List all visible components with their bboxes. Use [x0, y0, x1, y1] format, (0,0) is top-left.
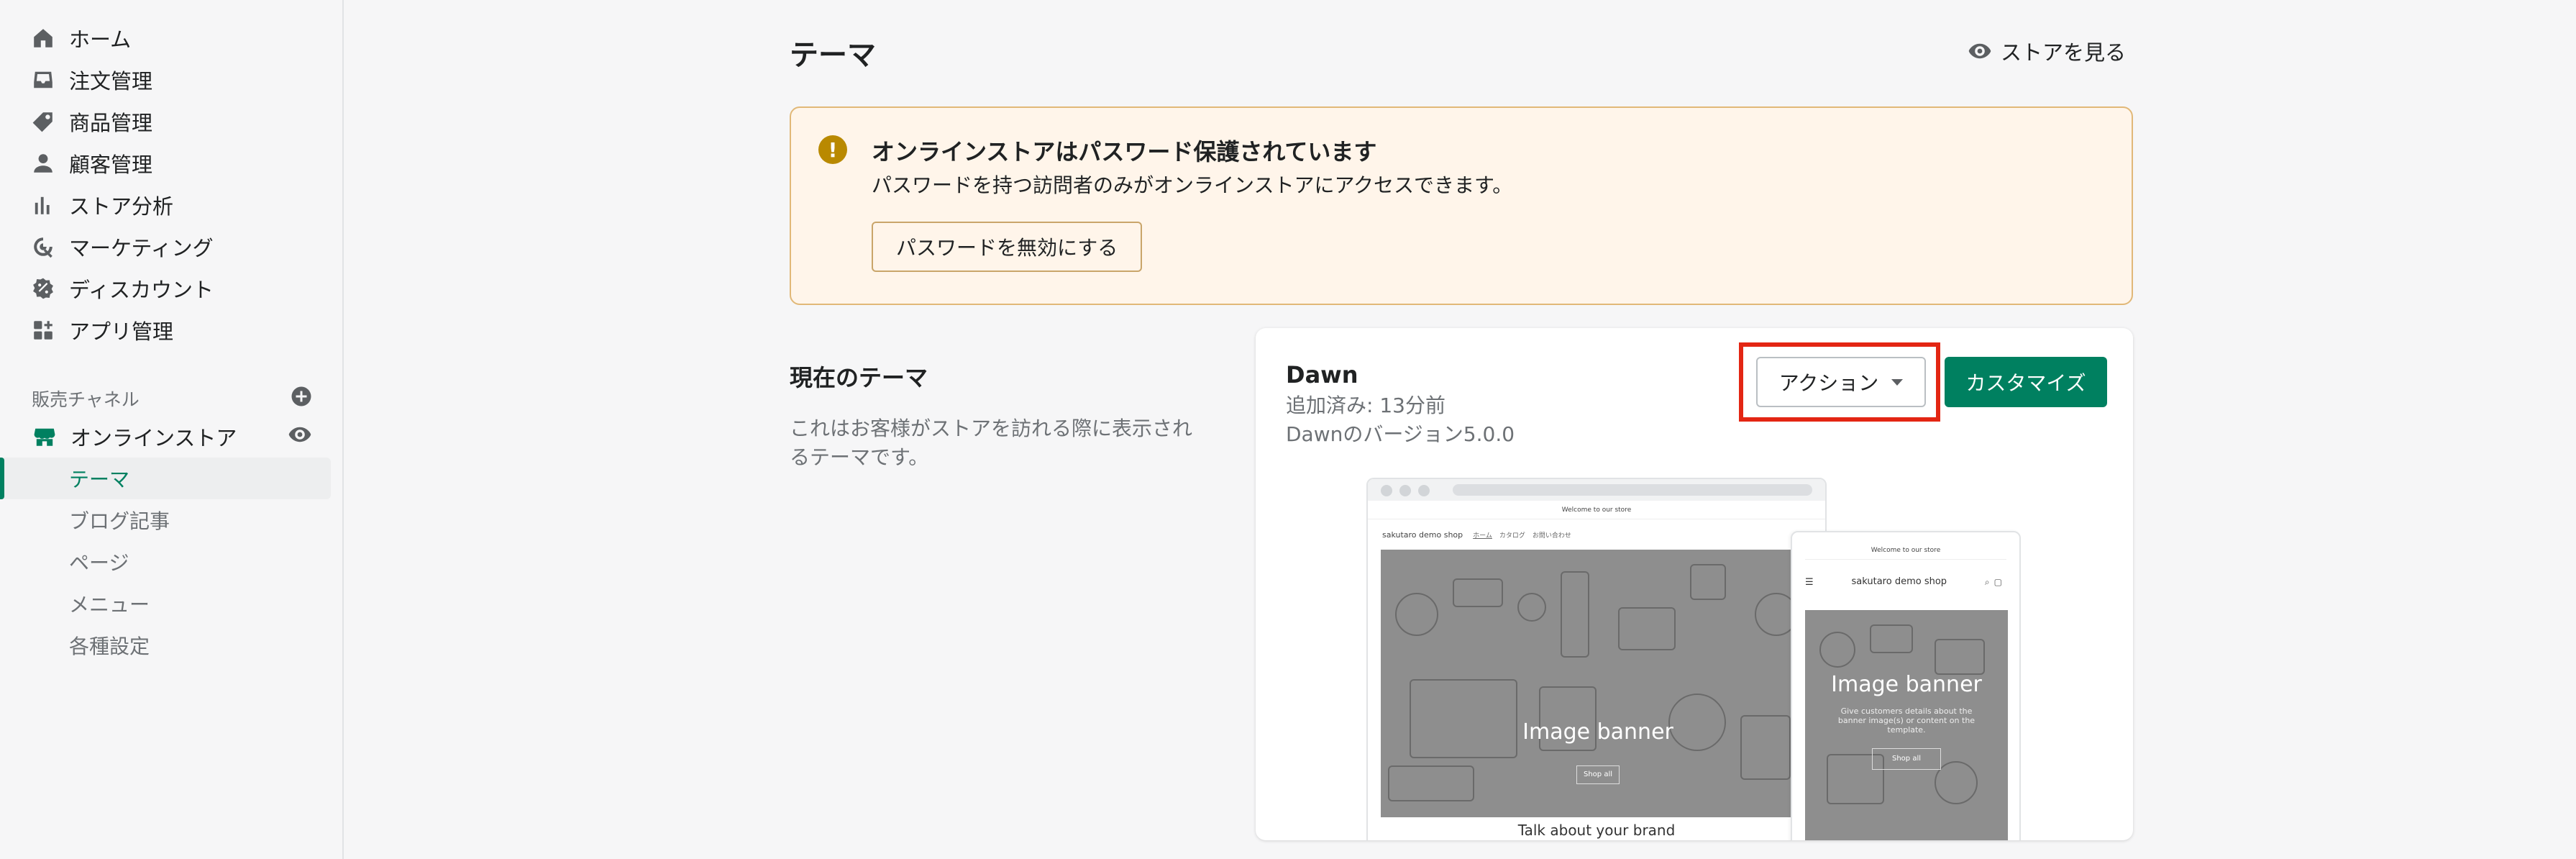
theme-version: Dawnのバージョン5.0.0	[1286, 422, 1515, 446]
preview-nav: ホーム カタログ お問い合わせ	[1473, 530, 1571, 540]
sidebar: ホーム 注文管理 商品管理 顧客管理 ストア分析 マーケティング ディスカウント…	[0, 0, 344, 859]
preview-hero-title: Image banner	[1522, 719, 1673, 745]
current-theme-card: Dawn 追加済み: 13分前 Dawnのバージョン5.0.0 アクション カス…	[1256, 328, 2133, 840]
banner-title: オンラインストアはパスワード保護されています	[872, 138, 1377, 165]
menu-icon: ☰	[1805, 576, 1814, 588]
mobile-theme-preview[interactable]: Welcome to our store ☰ sakutaro demo sho…	[1791, 531, 2021, 840]
current-theme-description: これはお客様がストアを訪れる際に表示されるテーマです。	[790, 417, 1193, 469]
password-protection-banner: ! オンラインストアはパスワード保護されています パスワードを持つ訪問者のみがオ…	[790, 106, 2133, 305]
disable-password-button[interactable]: パスワードを無効にする	[872, 222, 1143, 272]
preview-nav-item: カタログ	[1499, 532, 1525, 540]
sales-channels-header: 販売チャネル	[0, 381, 342, 416]
sidebar-item-online-store[interactable]: オンラインストア	[0, 416, 342, 458]
sidebar-item-apps[interactable]: アプリ管理	[0, 309, 342, 351]
theme-added: 追加済み: 13分前	[1286, 394, 1445, 417]
preview-announcement: Welcome to our store	[1368, 501, 1825, 519]
sidebar-item-label: オンラインストア	[70, 426, 237, 450]
store-icon	[32, 424, 58, 450]
preview-shop-name: sakutaro demo shop	[1382, 530, 1463, 540]
view-store-label: ストアを見る	[2000, 40, 2126, 65]
sidebar-item-label: 注文管理	[69, 69, 153, 94]
theme-name: Dawn	[1286, 361, 1358, 388]
sidebar-item-label: ホーム	[69, 27, 132, 52]
sidebar-sub-item-preferences[interactable]: 各種設定	[0, 624, 342, 666]
preview-shop-name: sakutaro demo shop	[1851, 576, 1947, 587]
preview-hero-image: Image banner Shop all	[1381, 550, 1815, 817]
banner-message: パスワードを持つ訪問者のみがオンラインストアにアクセスできます。	[872, 173, 1513, 197]
sidebar-item-discounts[interactable]: ディスカウント	[0, 268, 342, 309]
preview-announcement: Welcome to our store	[1805, 541, 2006, 560]
desktop-theme-preview[interactable]: Welcome to our store sakutaro demo shop …	[1366, 478, 1827, 840]
sidebar-item-products[interactable]: 商品管理	[0, 101, 342, 142]
sales-channels-label: 販売チャネル	[32, 389, 140, 410]
apps-icon	[30, 317, 56, 343]
person-icon	[30, 150, 56, 176]
sidebar-sub-item-themes[interactable]: テーマ	[0, 458, 331, 499]
preview-nav-item: ホーム	[1473, 532, 1492, 540]
preview-hero-button: Shop all	[1576, 765, 1620, 784]
preview-header-icons: ⌕▢	[1984, 576, 2006, 587]
sidebar-sub-item-blog-posts[interactable]: ブログ記事	[0, 499, 342, 541]
inbox-icon	[30, 67, 56, 93]
customize-button[interactable]: カスタマイズ	[1945, 357, 2107, 407]
browser-chrome	[1368, 479, 1825, 501]
page-title: テーマ	[790, 39, 876, 72]
preview-mobile-header: ☰ sakutaro demo shop ⌕▢	[1805, 560, 2006, 604]
sidebar-item-customers[interactable]: 顧客管理	[0, 142, 342, 184]
target-icon	[30, 234, 56, 260]
sidebar-item-orders[interactable]: 注文管理	[0, 59, 342, 101]
eye-icon	[1968, 43, 1991, 59]
preview-hero-title: Image banner	[1831, 672, 1982, 697]
actions-dropdown-button[interactable]: アクション	[1756, 357, 1926, 407]
bar-chart-icon	[30, 192, 56, 218]
tag-icon	[30, 109, 56, 135]
sidebar-item-label: ストア分析	[69, 194, 174, 219]
preview-nav-item: お問い合わせ	[1532, 532, 1571, 540]
sidebar-sub-item-pages[interactable]: ページ	[0, 541, 342, 583]
preview-footer-text: Talk about your brand	[1517, 822, 1676, 839]
view-store-link[interactable]: ストアを見る	[1968, 36, 2126, 66]
sidebar-item-analytics[interactable]: ストア分析	[0, 184, 342, 226]
sidebar-item-marketing[interactable]: マーケティング	[0, 226, 342, 268]
sidebar-item-label: 顧客管理	[69, 153, 153, 177]
sidebar-item-label: 商品管理	[69, 111, 153, 135]
caret-down-icon	[1891, 378, 1904, 386]
discount-icon	[30, 276, 56, 301]
eye-icon[interactable]	[288, 422, 312, 452]
sidebar-item-home[interactable]: ホーム	[0, 17, 342, 59]
actions-label: アクション	[1778, 371, 1879, 395]
warning-icon: !	[818, 135, 847, 164]
home-icon	[30, 25, 56, 51]
preview-header: sakutaro demo shop ホーム カタログ お問い合わせ ⌕▢	[1368, 519, 1825, 550]
preview-mobile-hero-image: Image banner Give customers details abou…	[1805, 610, 2008, 840]
preview-hero-subtitle: Give customers details about the banner …	[1837, 706, 1976, 735]
current-theme-heading: 現在のテーマ	[790, 364, 928, 391]
preview-hero-button: Shop all	[1872, 748, 1941, 770]
add-channel-icon[interactable]	[291, 386, 312, 412]
sidebar-item-label: ディスカウント	[69, 278, 214, 302]
sidebar-sub-item-navigation[interactable]: メニュー	[0, 583, 342, 624]
sidebar-item-label: アプリ管理	[69, 319, 174, 344]
sidebar-item-label: マーケティング	[69, 236, 214, 260]
